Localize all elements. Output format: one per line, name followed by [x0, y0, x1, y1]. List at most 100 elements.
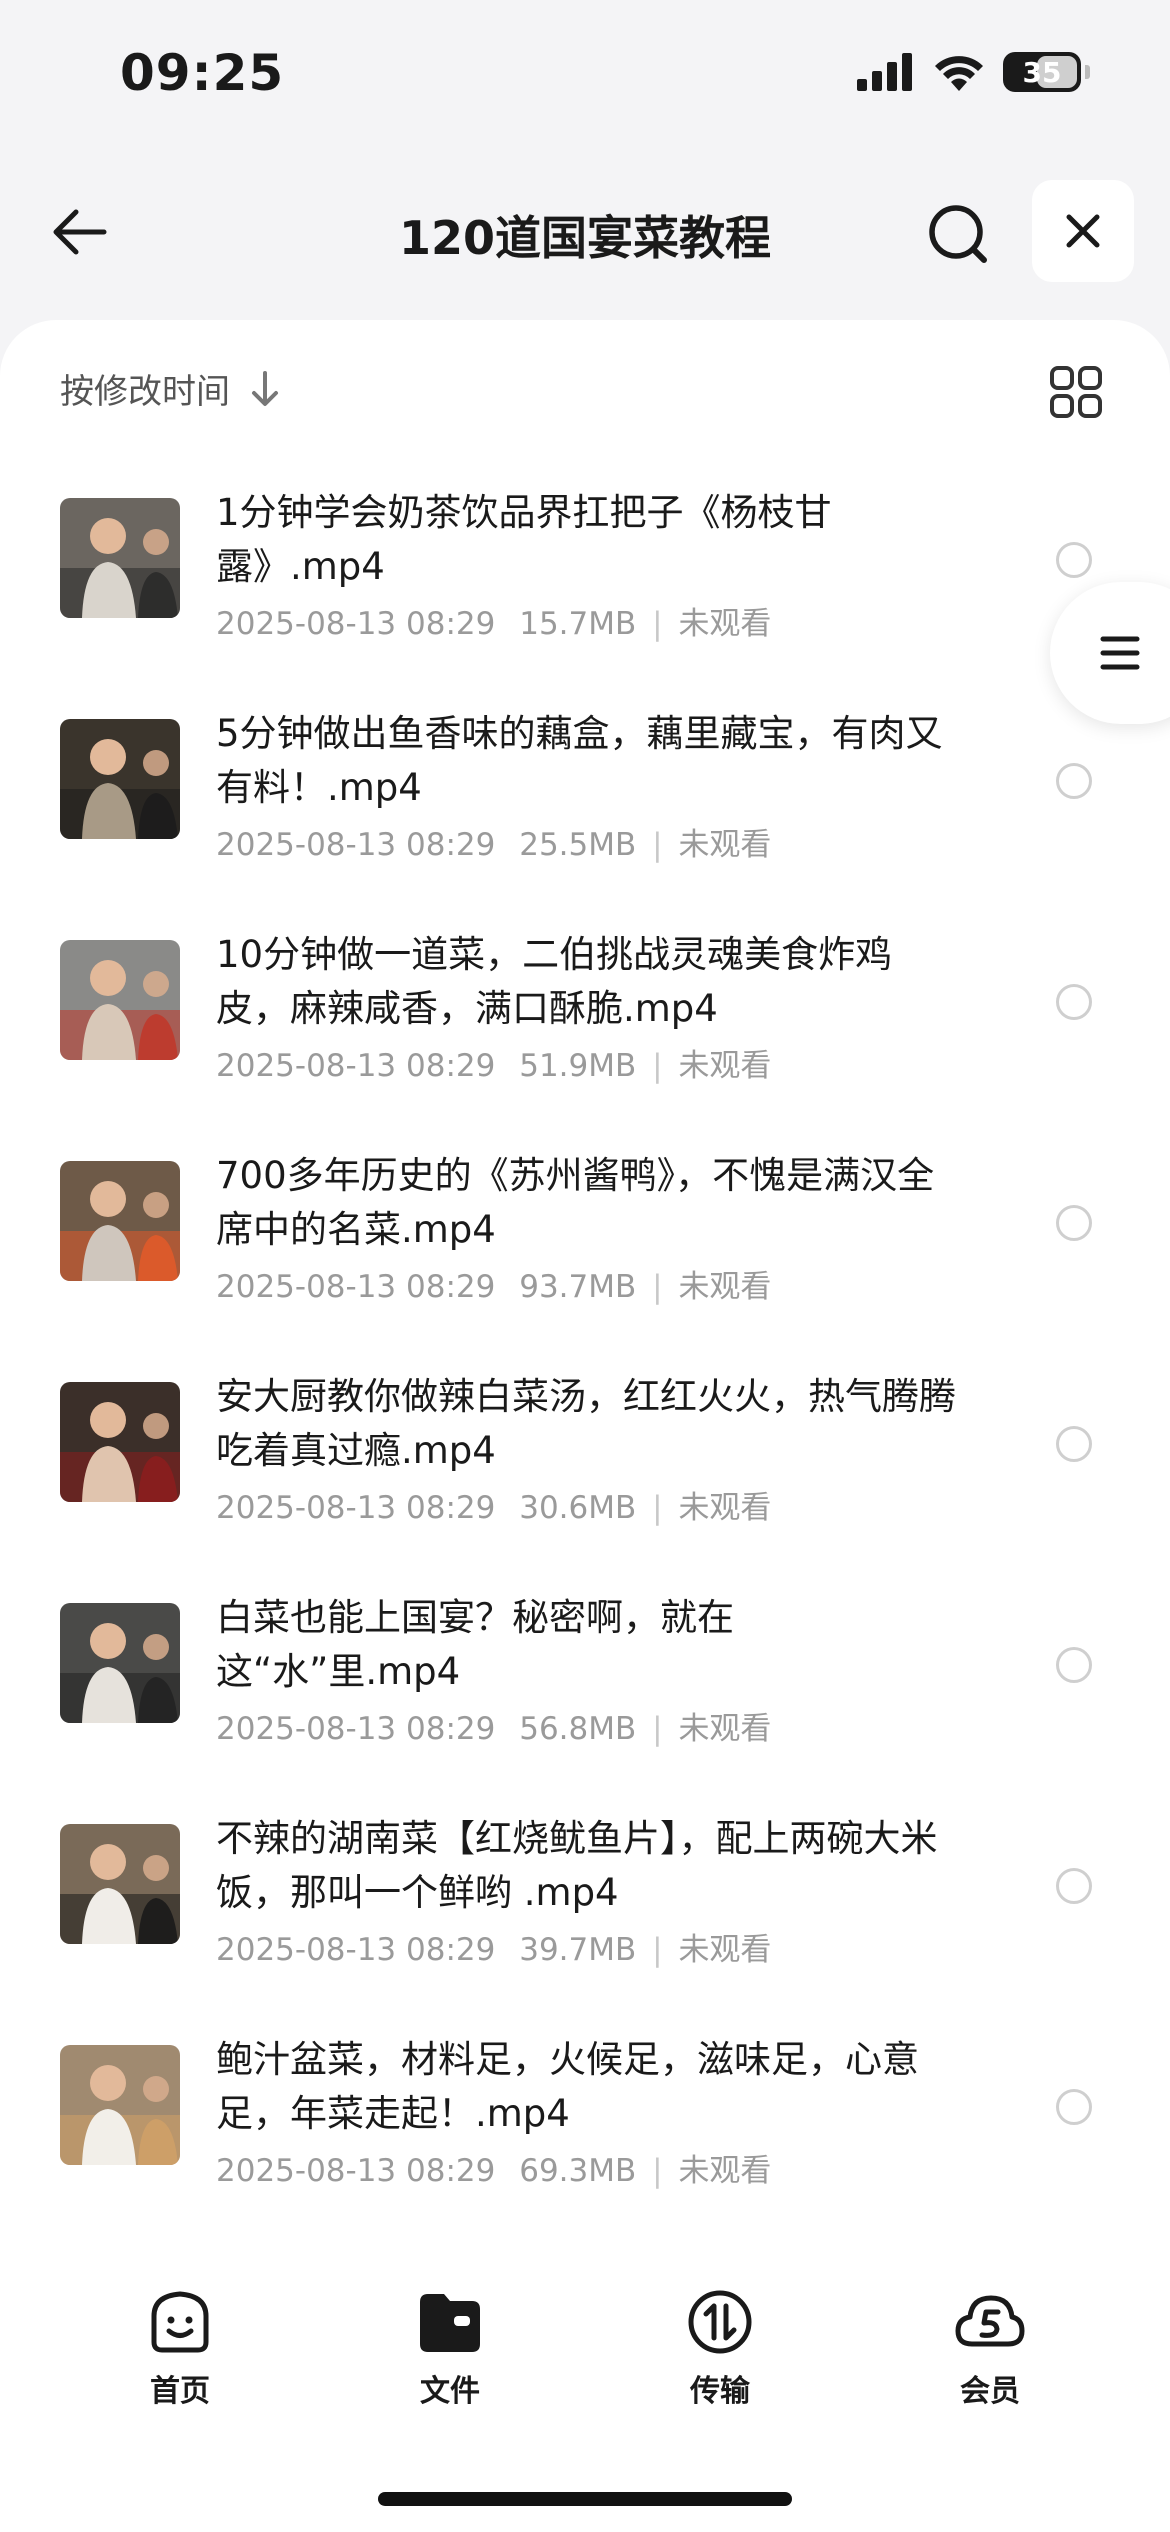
tab-transfer[interactable]: 传输 — [640, 2286, 800, 2410]
meta-separator: | — [652, 1048, 663, 1084]
status-icons: 35 — [857, 52, 1090, 92]
video-thumbnail — [60, 1161, 180, 1281]
file-date: 2025-08-13 08:29 — [216, 1711, 496, 1747]
sort-control[interactable]: 按修改时间 — [60, 364, 282, 413]
file-name: 700多年历史的《苏州酱鸭》，不愧是满汉全席中的名菜.mp4 — [216, 1154, 935, 1251]
file-size: 30.6MB — [519, 1490, 637, 1526]
file-size: 93.7MB — [519, 1269, 637, 1305]
status-bar: 09:25 35 — [0, 0, 1170, 150]
select-radio[interactable] — [1056, 542, 1092, 578]
meta-separator: | — [652, 827, 663, 863]
file-date: 2025-08-13 08:29 — [216, 827, 496, 863]
vip-cloud-icon — [955, 2295, 1025, 2347]
video-thumbnail-image — [60, 1603, 180, 1723]
wifi-icon — [935, 56, 983, 91]
meta-separator: | — [652, 1932, 663, 1968]
file-list-item[interactable]: 10分钟做一道菜，二伯挑战灵魂美食炸鸡皮，麻辣咸香，满口酥脆.mp4 2025-… — [0, 918, 1170, 1139]
video-thumbnail — [60, 1824, 180, 1944]
watch-status: 未观看 — [678, 2153, 772, 2189]
select-radio[interactable] — [1056, 1647, 1092, 1683]
file-meta: 2025-08-13 08:29 93.7MB | 未观看 — [216, 1261, 771, 1306]
video-thumbnail-image — [60, 940, 180, 1060]
watch-status: 未观看 — [678, 606, 772, 642]
file-name: 5分钟做出鱼香味的藕盒，藕里藏宝，有肉又有料！.mp4 — [216, 712, 943, 809]
select-radio[interactable] — [1056, 763, 1092, 799]
video-thumbnail-image — [60, 719, 180, 839]
file-meta: 2025-08-13 08:29 51.9MB | 未观看 — [216, 1040, 771, 1085]
file-list-item[interactable]: 1分钟学会奶茶饮品界扛把子《杨枝甘露》.mp4 2025-08-13 08:29… — [0, 476, 1170, 697]
meta-separator: | — [652, 606, 663, 642]
watch-status: 未观看 — [678, 1490, 772, 1526]
video-thumbnail-image — [60, 1824, 180, 1944]
file-date: 2025-08-13 08:29 — [216, 606, 496, 642]
video-thumbnail — [60, 719, 180, 839]
home-face-icon — [151, 2291, 209, 2353]
file-list-item[interactable]: 700多年历史的《苏州酱鸭》，不愧是满汉全席中的名菜.mp4 2025-08-1… — [0, 1139, 1170, 1360]
file-meta: 2025-08-13 08:29 69.3MB | 未观看 — [216, 2145, 771, 2190]
file-name: 10分钟做一道菜，二伯挑战灵魂美食炸鸡皮，麻辣咸香，满口酥脆.mp4 — [216, 933, 893, 1030]
tab-vip-label: 会员 — [960, 2374, 1020, 2409]
file-list-item[interactable]: 安大厨教你做辣白菜汤，红红火火，热气腾腾吃着真过瘾.mp4 2025-08-13… — [0, 1360, 1170, 1581]
signal-icon — [857, 53, 912, 91]
file-size: 69.3MB — [519, 2153, 637, 2189]
menu-icon — [1100, 636, 1140, 670]
video-thumbnail — [60, 1603, 180, 1723]
close-button[interactable] — [1032, 180, 1134, 282]
file-list: 1分钟学会奶茶饮品界扛把子《杨枝甘露》.mp4 2025-08-13 08:29… — [0, 476, 1170, 2244]
grid-view-button[interactable] — [1048, 364, 1104, 420]
file-date: 2025-08-13 08:29 — [216, 1269, 496, 1305]
file-date: 2025-08-13 08:29 — [216, 1932, 496, 1968]
tab-vip[interactable]: 会员 — [910, 2286, 1070, 2410]
file-meta: 2025-08-13 08:29 15.7MB | 未观看 — [216, 598, 771, 643]
file-date: 2025-08-13 08:29 — [216, 2153, 496, 2189]
file-size: 25.5MB — [519, 827, 637, 863]
file-name: 白菜也能上国宴？秘密啊，就在这“水”里.mp4 — [216, 1596, 734, 1693]
file-list-item[interactable]: 5分钟做出鱼香味的藕盒，藕里藏宝，有肉又有料！.mp4 2025-08-13 0… — [0, 697, 1170, 918]
sort-label: 按修改时间 — [60, 372, 230, 412]
file-sheet: 按修改时间 1分钟学会奶茶饮品界扛把子《杨枝甘露》.mp4 2025-08-13… — [0, 320, 1170, 2532]
watch-status: 未观看 — [678, 827, 772, 863]
watch-status: 未观看 — [678, 1048, 772, 1084]
file-name: 1分钟学会奶茶饮品界扛把子《杨枝甘露》.mp4 — [216, 491, 832, 588]
file-size: 56.8MB — [519, 1711, 637, 1747]
watch-status: 未观看 — [678, 1711, 772, 1747]
meta-separator: | — [652, 2153, 663, 2189]
file-name: 不辣的湖南菜【红烧鱿鱼片】，配上两碗大米饭，那叫一个鲜哟 .mp4 — [216, 1817, 938, 1914]
video-thumbnail-image — [60, 498, 180, 618]
select-radio[interactable] — [1056, 1205, 1092, 1241]
select-radio[interactable] — [1056, 1868, 1092, 1904]
meta-separator: | — [652, 1711, 663, 1747]
file-list-item[interactable]: 不辣的湖南菜【红烧鱿鱼片】，配上两碗大米饭，那叫一个鲜哟 .mp4 2025-0… — [0, 1802, 1170, 2023]
video-thumbnail — [60, 940, 180, 1060]
video-thumbnail — [60, 1382, 180, 1502]
search-icon — [929, 205, 987, 263]
watch-status: 未观看 — [678, 1269, 772, 1305]
select-radio[interactable] — [1056, 984, 1092, 1020]
tab-home-label: 首页 — [150, 2374, 210, 2409]
video-thumbnail-image — [60, 1382, 180, 1502]
bottom-tab-bar: 首页 文件 传输 会员 — [0, 2262, 1170, 2462]
search-button[interactable] — [920, 196, 996, 272]
status-time: 09:25 — [120, 44, 285, 102]
tab-transfer-label: 传输 — [690, 2374, 750, 2409]
tab-files[interactable]: 文件 — [370, 2286, 530, 2410]
file-meta: 2025-08-13 08:29 30.6MB | 未观看 — [216, 1482, 771, 1527]
watch-status: 未观看 — [678, 1932, 772, 1968]
video-thumbnail-image — [60, 2045, 180, 2165]
select-radio[interactable] — [1056, 2089, 1092, 2125]
file-name: 安大厨教你做辣白菜汤，红红火火，热气腾腾吃着真过瘾.mp4 — [216, 1375, 956, 1472]
select-radio[interactable] — [1056, 1426, 1092, 1462]
folder-icon — [420, 2294, 480, 2352]
file-list-item[interactable]: 白菜也能上国宴？秘密啊，就在这“水”里.mp4 2025-08-13 08:29… — [0, 1581, 1170, 1802]
file-name: 鲍汁盆菜，材料足，火候足，滋味足，心意足，年菜走起！.mp4 — [216, 2038, 919, 2135]
file-date: 2025-08-13 08:29 — [216, 1490, 496, 1526]
video-thumbnail-image — [60, 1161, 180, 1281]
tab-home[interactable]: 首页 — [100, 2286, 260, 2410]
tab-files-label: 文件 — [420, 2374, 480, 2409]
file-list-item[interactable]: 鲍汁盆菜，材料足，火候足，滋味足，心意足，年菜走起！.mp4 2025-08-1… — [0, 2023, 1170, 2244]
file-meta: 2025-08-13 08:29 56.8MB | 未观看 — [216, 1703, 771, 1748]
battery-level: 35 — [1022, 55, 1062, 89]
video-thumbnail — [60, 498, 180, 618]
close-icon — [1066, 214, 1100, 248]
home-indicator — [378, 2492, 792, 2506]
